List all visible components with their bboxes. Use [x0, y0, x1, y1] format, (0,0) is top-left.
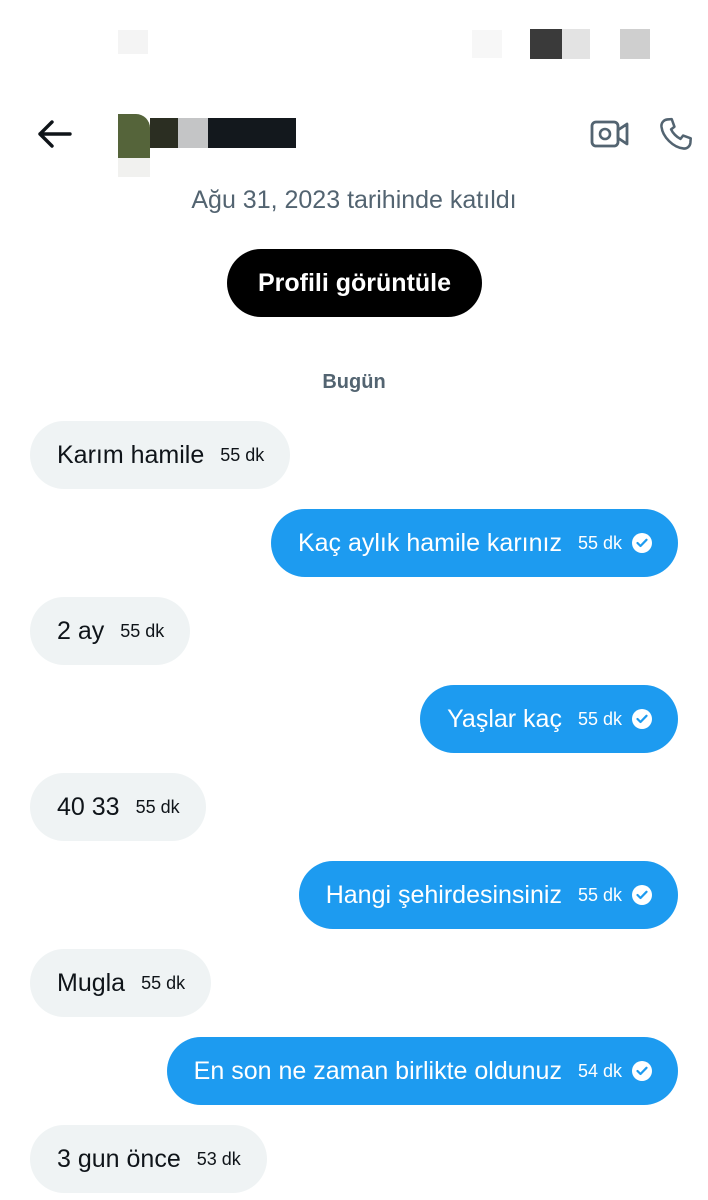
message-time: 55 dk — [220, 444, 265, 465]
video-call-button[interactable] — [586, 112, 634, 156]
read-check-icon — [632, 885, 652, 905]
message-text: Kaç aylık hamile karınız — [297, 528, 562, 557]
read-check-icon — [632, 1061, 652, 1081]
voice-call-button[interactable] — [652, 110, 700, 158]
message-incoming[interactable]: 3 gun önce 53 dk — [30, 1125, 267, 1193]
message-text: 2 ay — [57, 616, 105, 645]
message-outgoing[interactable]: Kaç aylık hamile karınız 55 dk — [270, 509, 678, 577]
message-time: 55 dk — [135, 796, 180, 817]
message-outgoing[interactable]: Yaşlar kaç 55 dk — [420, 685, 678, 753]
message-time: 54 dk — [577, 1060, 622, 1081]
arrow-left-icon — [38, 120, 72, 148]
phone-icon — [660, 117, 692, 150]
joined-date: Ağu 31, 2023 tarihinde katıldı — [191, 186, 517, 214]
back-button[interactable] — [30, 110, 78, 158]
redacted-block — [620, 29, 650, 59]
message-text: En son ne zaman birlikte oldunuz — [193, 1056, 562, 1085]
message-time: 55 dk — [120, 620, 165, 641]
read-check-icon — [632, 709, 652, 729]
message-outgoing[interactable]: En son ne zaman birlikte oldunuz 54 dk — [166, 1037, 678, 1105]
redacted-block — [118, 30, 148, 54]
conversation-header — [0, 90, 708, 180]
date-separator: Bugün — [322, 371, 386, 393]
avatar[interactable] — [118, 102, 150, 177]
video-camera-icon — [590, 120, 629, 148]
view-profile-button[interactable]: Profili görüntüle — [227, 249, 482, 317]
read-check-icon — [632, 533, 652, 553]
message-text: Yaşlar kaç — [447, 704, 562, 733]
contact-name[interactable] — [150, 118, 296, 148]
status-bar — [0, 0, 708, 80]
message-incoming[interactable]: 2 ay 55 dk — [30, 597, 191, 665]
message-incoming[interactable]: Karım hamile 55 dk — [30, 421, 291, 489]
message-time: 55 dk — [141, 972, 186, 993]
message-incoming[interactable]: Mugla 55 dk — [30, 949, 212, 1017]
redacted-block — [472, 30, 502, 58]
message-text: Hangi şehirdesinsiniz — [325, 880, 562, 909]
message-text: 40 33 — [57, 792, 120, 821]
message-time: 55 dk — [577, 708, 622, 729]
redacted-block — [562, 29, 590, 59]
redacted-block — [530, 29, 562, 59]
message-text: Mugla — [57, 968, 126, 997]
message-outgoing[interactable]: Hangi şehirdesinsiniz 55 dk — [298, 861, 678, 929]
message-time: 55 dk — [577, 884, 622, 905]
message-text: 3 gun önce — [57, 1144, 181, 1173]
message-time: 53 dk — [196, 1148, 241, 1169]
message-time: 55 dk — [577, 532, 622, 553]
message-text: Karım hamile — [57, 440, 205, 469]
message-incoming[interactable]: 40 33 55 dk — [30, 773, 206, 841]
